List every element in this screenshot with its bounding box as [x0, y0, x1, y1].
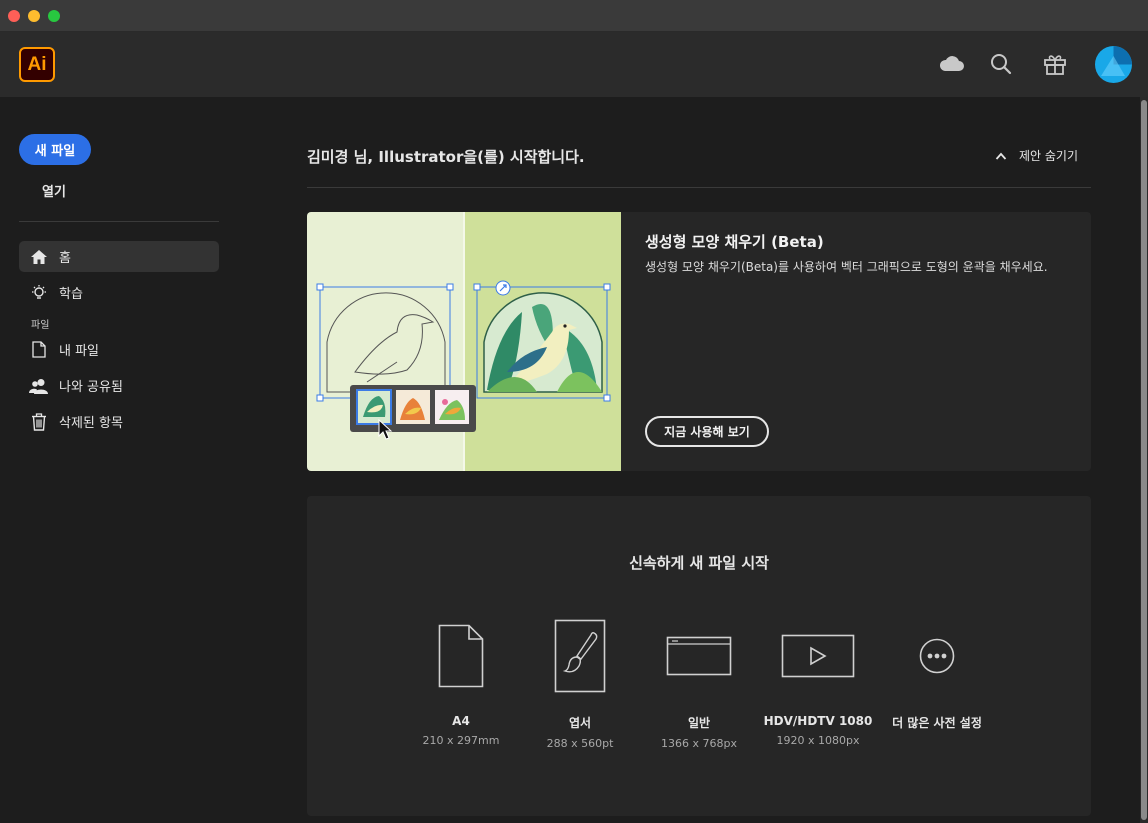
- home-icon: [19, 249, 59, 265]
- window-titlebar: [0, 0, 1148, 32]
- preset-size: 1920 x 1080px: [776, 734, 860, 747]
- cloud-icon[interactable]: [938, 50, 966, 78]
- chevron-up-icon: [995, 152, 1007, 160]
- sidebar-item-label: 나와 공유됨: [59, 380, 123, 395]
- shared-users-icon: [19, 378, 59, 394]
- browser-icon: [639, 616, 759, 696]
- sidebar-item-label: 내 파일: [59, 344, 100, 359]
- promo-title: 생성형 모양 채우기 (Beta): [645, 233, 824, 251]
- welcome-heading: 김미경 님, Illustrator을(를) 시작합니다.: [307, 148, 585, 166]
- preset-more[interactable]: 더 많은 사전 설정: [877, 616, 997, 737]
- hide-suggestions-button[interactable]: 제안 숨기기: [995, 147, 1078, 164]
- preset-name: 엽서: [568, 716, 592, 730]
- main-divider: [307, 187, 1091, 188]
- search-icon[interactable]: [987, 50, 1015, 78]
- main-content: 김미경 님, Illustrator을(를) 시작합니다. 제안 숨기기 생성형…: [238, 97, 1140, 823]
- open-button[interactable]: 열기: [42, 181, 66, 200]
- try-now-button[interactable]: 지금 사용해 보기: [645, 416, 769, 447]
- new-file-button[interactable]: 새 파일: [19, 134, 91, 165]
- preset-name: 일반: [687, 716, 711, 730]
- sidebar-divider: [19, 221, 219, 222]
- generative-fill-illustration: [307, 212, 621, 471]
- app-header: Ai: [0, 32, 1148, 97]
- illustrator-logo[interactable]: Ai: [19, 47, 55, 82]
- quick-start-title: 신속하게 새 파일 시작: [629, 554, 769, 572]
- sidebar-item-learn[interactable]: 학습: [19, 277, 219, 308]
- video-play-icon: [758, 616, 878, 696]
- sidebar-item-my-files[interactable]: 내 파일: [19, 334, 219, 365]
- sidebar-item-deleted[interactable]: 삭제된 항목: [19, 406, 219, 437]
- preset-size: 288 x 560pt: [546, 737, 614, 750]
- promo-description: 생성형 모양 채우기(Beta)를 사용하여 벡터 그래픽으로 도형의 윤곽을 …: [645, 260, 1048, 274]
- sidebar-item-label: 삭제된 항목: [59, 416, 123, 431]
- file-icon: [19, 341, 59, 358]
- window-minimize-button[interactable]: [28, 10, 40, 22]
- window-maximize-button[interactable]: [48, 10, 60, 22]
- sidebar-section-files: 파일: [31, 320, 50, 331]
- preset-name: 더 많은 사전 설정: [892, 716, 982, 730]
- promo-card: 생성형 모양 채우기 (Beta) 생성형 모양 채우기(Beta)를 사용하여…: [307, 212, 1091, 471]
- sidebar-item-shared[interactable]: 나와 공유됨: [19, 370, 219, 401]
- preset-size: 210 x 297mm: [422, 734, 500, 747]
- preset-name: A4: [452, 714, 470, 728]
- lightbulb-icon: [19, 284, 59, 302]
- trash-icon: [19, 412, 59, 431]
- preset-postcard[interactable]: 엽서 288 x 560pt: [520, 616, 640, 750]
- document-icon: [401, 616, 521, 696]
- preset-size: 1366 x 768px: [661, 737, 737, 750]
- preset-hdtv[interactable]: HDV/HDTV 1080 1920 x 1080px: [758, 616, 878, 747]
- scrollbar-thumb[interactable]: [1141, 100, 1147, 820]
- brush-icon: [520, 616, 640, 696]
- preset-a4[interactable]: A4 210 x 297mm: [401, 616, 521, 747]
- user-avatar[interactable]: [1095, 46, 1132, 83]
- window-close-button[interactable]: [8, 10, 20, 22]
- gift-icon[interactable]: [1041, 50, 1069, 78]
- hide-suggestions-label: 제안 숨기기: [1019, 149, 1079, 163]
- sidebar-item-home[interactable]: 홈: [19, 241, 219, 272]
- sidebar-item-label: 학습: [59, 287, 83, 302]
- sidebar: 새 파일 열기 홈 학습 파일 내 파일 나와 공유됨 삭제된 항목: [0, 97, 238, 823]
- sidebar-item-label: 홈: [59, 251, 71, 266]
- preset-name: HDV/HDTV 1080: [763, 714, 873, 728]
- preset-general[interactable]: 일반 1366 x 768px: [639, 616, 759, 750]
- quick-start-panel: 신속하게 새 파일 시작 A4 210 x 297mm 엽서 288 x 560…: [307, 496, 1091, 816]
- more-icon: [877, 616, 997, 696]
